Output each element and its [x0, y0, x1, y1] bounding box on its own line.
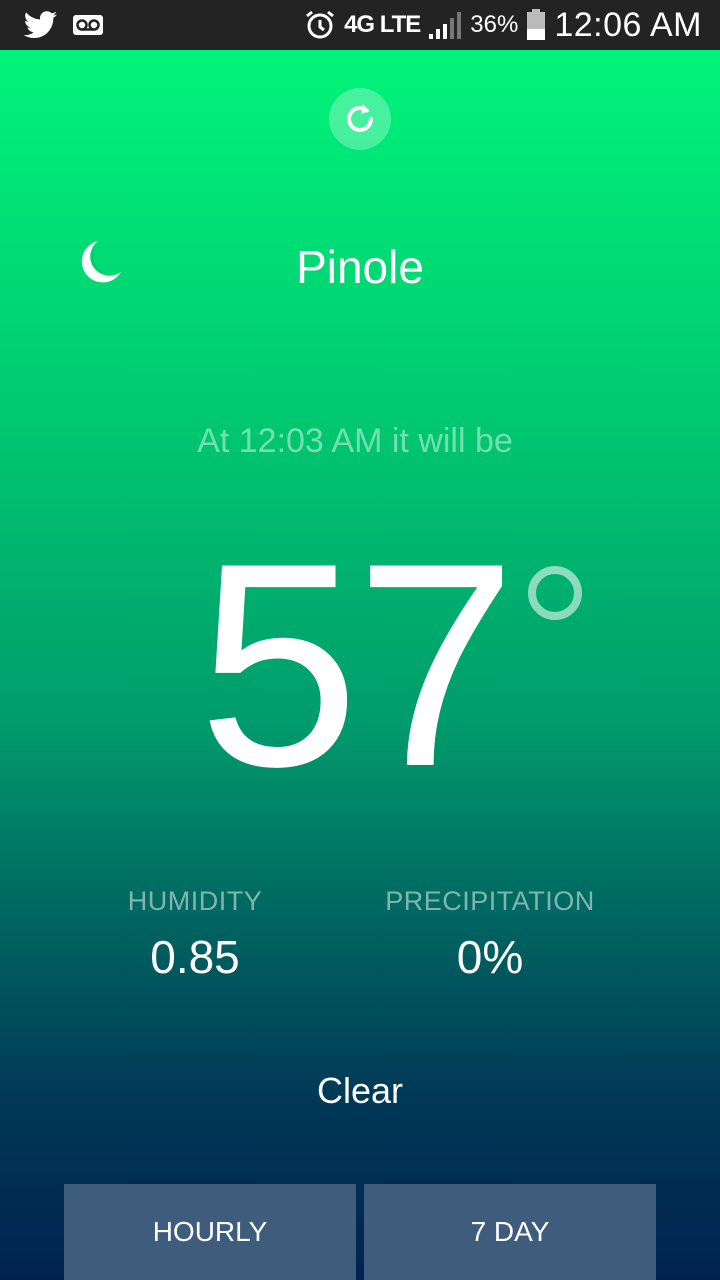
- battery-percent: 36%: [470, 11, 519, 38]
- humidity-value: 0.85: [150, 931, 240, 983]
- status-clock: 12:06 AM: [554, 5, 702, 44]
- hourly-button[interactable]: HOURLY: [64, 1184, 356, 1280]
- precipitation-label: PRECIPITATION: [385, 886, 595, 916]
- refresh-icon: [347, 104, 373, 132]
- twitter-icon: [24, 11, 58, 39]
- temperature-value: 57: [198, 503, 517, 827]
- location-name: Pinole: [296, 241, 424, 293]
- humidity-label: HUMIDITY: [127, 886, 263, 916]
- network-type: 4G LTE: [344, 11, 421, 38]
- weather-summary: Clear: [316, 1070, 404, 1111]
- voicemail-icon: [72, 14, 104, 36]
- refresh-button[interactable]: [329, 88, 391, 150]
- battery-icon: [526, 9, 546, 41]
- seven-day-button[interactable]: 7 DAY: [364, 1184, 656, 1280]
- degree-symbol: [528, 566, 582, 620]
- alarm-icon: [304, 9, 336, 41]
- forecast-time-text: At 12:03 AM it will be: [197, 422, 513, 460]
- precipitation-value: 0%: [456, 931, 524, 983]
- status-bar: 4G LTE 36% 12:06 AM: [0, 0, 720, 50]
- hourly-button-label: HOURLY: [152, 1216, 268, 1247]
- signal-icon: [428, 10, 462, 40]
- status-bar-notifications: [0, 11, 104, 39]
- seven-day-button-label: 7 DAY: [470, 1216, 550, 1247]
- status-bar-system: 4G LTE 36% 12:06 AM: [304, 0, 702, 50]
